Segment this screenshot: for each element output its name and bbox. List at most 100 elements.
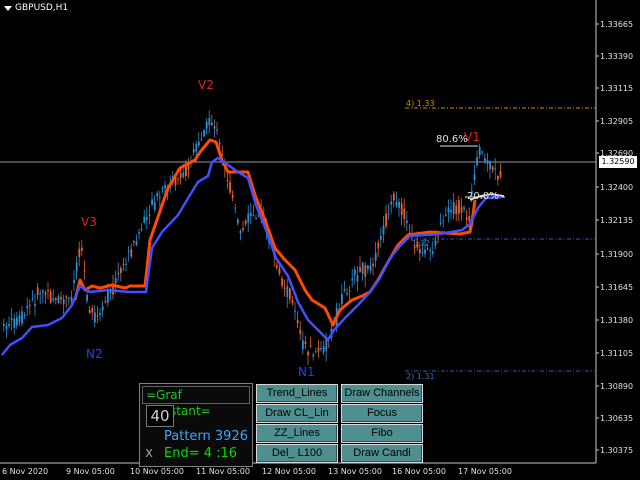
candle-body — [42, 290, 44, 293]
candle-body — [156, 192, 159, 197]
candle-body — [473, 174, 476, 180]
candle-body — [179, 173, 182, 179]
candle-body — [26, 305, 29, 309]
candle-body — [49, 291, 52, 303]
chart-title[interactable]: GBPUSD,H1 — [4, 3, 68, 13]
candle-body — [494, 168, 497, 170]
candle-body — [122, 264, 125, 266]
price-tick-label: 1.33115 — [600, 84, 633, 93]
time-axis-labels: 6 Nov 2020 9 Nov 05:00 10 Nov 05:00 11 Nov … — [2, 467, 512, 476]
candle-body — [65, 296, 68, 298]
candle-body — [304, 341, 307, 345]
draw-candi-button[interactable]: Draw Candi — [341, 444, 423, 463]
candle-body — [78, 248, 81, 258]
candle-body — [442, 220, 445, 222]
candlesticks — [3, 109, 502, 365]
candle-body — [250, 213, 252, 216]
candle-body — [439, 223, 442, 225]
candle-body — [276, 265, 278, 268]
chevron-down-icon[interactable] — [4, 5, 12, 11]
candle-body — [203, 130, 205, 137]
candle-body — [60, 297, 62, 300]
close-icon[interactable]: X — [143, 446, 155, 461]
candle-body — [434, 240, 437, 246]
candle-body — [70, 296, 73, 301]
candle-body — [364, 265, 367, 277]
candle-body — [356, 275, 359, 282]
candle-body — [486, 159, 489, 164]
candle-body — [447, 207, 450, 213]
time-tick-label: 6 Nov 2020 — [2, 467, 48, 476]
fibo-button[interactable]: Fibo — [341, 424, 423, 443]
candle-body — [218, 142, 221, 145]
candle-body — [244, 220, 247, 224]
wave-label-n2: N2 — [86, 347, 103, 361]
time-tick-label: 10 Nov 05:00 — [130, 467, 184, 476]
candle-body — [231, 194, 234, 198]
candle-body — [385, 213, 387, 227]
price-axis-labels: 1.336651.333901.331151.329051.326901.324… — [596, 20, 633, 455]
wave-label-n1: N1 — [298, 365, 315, 379]
candle-body — [380, 235, 382, 240]
candle-body — [164, 184, 166, 189]
candle-body — [400, 203, 403, 216]
price-tick-label: 1.31900 — [600, 250, 633, 259]
zz-lines-button[interactable]: ZZ_Lines — [256, 424, 338, 443]
candle-body — [346, 293, 348, 295]
price-tick-label: 1.30890 — [600, 382, 633, 391]
current-price-tag: 1.32590 — [599, 156, 637, 168]
candle-body — [57, 296, 60, 303]
candle-body — [10, 318, 13, 320]
time-tick-label: 13 Nov 05:00 — [328, 467, 382, 476]
fibo-pct-low: 20.0% — [467, 191, 499, 202]
candle-body — [229, 181, 231, 193]
panel-title: =Graf Assistant= — [142, 386, 250, 418]
candle-body — [39, 292, 42, 294]
trend-lines-button[interactable]: Trend_Lines — [256, 384, 338, 403]
candle-body — [146, 217, 148, 220]
focus-button[interactable]: Focus — [341, 404, 423, 423]
candle-body — [151, 199, 153, 205]
candle-body — [403, 208, 406, 219]
candle-body — [5, 325, 8, 330]
candle-body — [476, 157, 478, 166]
candle-body — [455, 205, 458, 215]
candle-body — [44, 292, 47, 295]
candle-body — [348, 290, 351, 292]
candle-body — [47, 290, 49, 292]
candle-body — [463, 207, 465, 210]
draw-channels-button[interactable]: Draw Channels — [341, 384, 423, 403]
candle-body — [127, 250, 130, 252]
draw-cl-lin-button[interactable]: Draw CL_Lin — [256, 404, 338, 423]
candle-body — [382, 225, 385, 235]
candle-body — [117, 272, 120, 275]
candle-body — [31, 298, 34, 300]
price-tick-label: 1.30635 — [600, 414, 633, 423]
trading-chart-window: V2 V3 V1 N2 N1 4) 1.33 2) 1.31 1.32 80.6… — [0, 0, 640, 480]
candle-body — [239, 230, 242, 234]
candle-body — [398, 201, 400, 208]
graf-assistant-panel: =Graf Assistant= 40 Pattern 3926 X End= … — [139, 383, 253, 467]
candle-body — [429, 250, 432, 252]
candle-body — [460, 206, 463, 213]
candle-body — [299, 329, 302, 334]
candle-body — [226, 180, 229, 182]
count-field[interactable]: 40 — [146, 405, 174, 427]
candle-body — [322, 346, 325, 353]
candle-body — [21, 311, 23, 324]
candle-body — [208, 118, 211, 125]
candle-body — [148, 214, 151, 216]
candle-body — [468, 215, 471, 222]
candle-body — [421, 252, 424, 254]
candle-body — [481, 151, 484, 153]
candle-body — [465, 217, 468, 220]
del-l100-button[interactable]: Del_ L100 — [256, 444, 338, 463]
candle-body — [195, 144, 198, 152]
candle-body — [120, 268, 122, 274]
candle-body — [289, 288, 291, 300]
candle-body — [55, 298, 57, 300]
candle-body — [135, 241, 138, 245]
price-tick-label: 1.31645 — [600, 283, 633, 292]
candle-body — [143, 216, 146, 223]
symbol-label: GBPUSD,H1 — [15, 3, 69, 13]
